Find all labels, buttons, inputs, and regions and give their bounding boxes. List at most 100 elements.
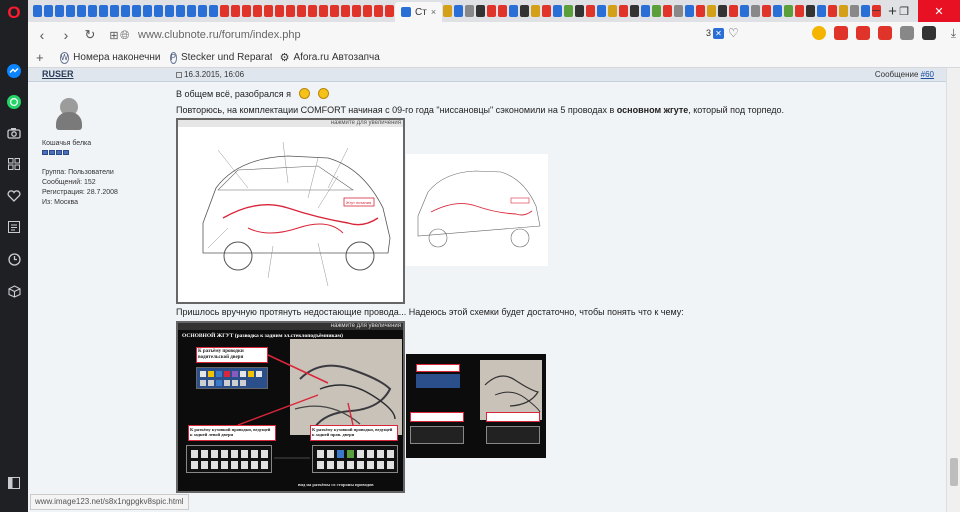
- back-arrow-icon[interactable]: ‹: [30, 27, 54, 43]
- speed-dial-icon[interactable]: [5, 155, 23, 173]
- tab-favicon-icon[interactable]: [55, 5, 64, 17]
- reload-icon[interactable]: ↻: [78, 27, 102, 43]
- forward-arrow-icon[interactable]: ›: [54, 27, 78, 43]
- minimize-icon[interactable]: ─: [862, 0, 890, 22]
- whatsapp-icon[interactable]: [5, 93, 23, 111]
- enlarge-label[interactable]: нажмите для увеличения: [178, 323, 403, 330]
- extension-icon[interactable]: [856, 26, 870, 40]
- tab-favicon-icon[interactable]: [319, 5, 328, 17]
- blocker-icon[interactable]: ✕: [713, 28, 724, 39]
- tab-favicon-icon[interactable]: [806, 5, 816, 17]
- tab-favicon-icon[interactable]: [275, 5, 284, 17]
- tab-favicon-icon[interactable]: [465, 5, 475, 17]
- tab-favicon-icon[interactable]: [242, 5, 251, 17]
- tab-favicon-icon[interactable]: [308, 5, 317, 17]
- tab-favicon-icon[interactable]: [187, 5, 196, 17]
- opera-logo-icon[interactable]: O: [5, 3, 23, 22]
- tab-favicon-icon[interactable]: [652, 5, 662, 17]
- tab-favicon-icon[interactable]: [729, 5, 739, 17]
- tab-favicon-icon[interactable]: [220, 5, 229, 17]
- download-icon[interactable]: ⤓: [951, 26, 956, 41]
- tab-favicon-icon[interactable]: [385, 5, 394, 17]
- bookmark-item-2[interactable]: P Stecker und Reparat: [162, 51, 272, 64]
- tab-favicon-icon[interactable]: [751, 5, 761, 17]
- tab-favicon-icon[interactable]: [198, 5, 207, 17]
- extension-icon[interactable]: [878, 26, 892, 40]
- tab-favicon-icon[interactable]: [696, 5, 706, 17]
- tab-favicon-icon[interactable]: [264, 5, 273, 17]
- url-field[interactable]: 🌐︎ www.clubnote.ru/forum/index.php: [120, 25, 760, 45]
- tab-favicon-icon[interactable]: [143, 5, 152, 17]
- tab-favicon-icon[interactable]: [374, 5, 383, 17]
- tab-favicon-icon[interactable]: [352, 5, 361, 17]
- tab-active[interactable]: Ст ×: [395, 2, 443, 22]
- tab-favicon-icon[interactable]: [795, 5, 805, 17]
- wiring-diagram-thumbnail[interactable]: [406, 154, 548, 266]
- tab-favicon-icon[interactable]: [740, 5, 750, 17]
- tab-favicon-icon[interactable]: [564, 5, 574, 17]
- tab-favicon-icon[interactable]: [707, 5, 717, 17]
- tab-favicon-icon[interactable]: [828, 5, 838, 17]
- tab-favicon-icon[interactable]: [531, 5, 541, 17]
- bookmark-item-3[interactable]: ⚙ Afora.ru Автозапча: [272, 51, 382, 64]
- tab-favicon-icon[interactable]: [498, 5, 508, 17]
- camera-icon[interactable]: [5, 124, 23, 142]
- wiring-diagram-image[interactable]: нажмите для увеличения Жгут питания: [176, 118, 405, 304]
- tab-favicon-icon[interactable]: [762, 5, 772, 17]
- tab-favicon-icon[interactable]: [286, 5, 295, 17]
- tab-favicon-icon[interactable]: [363, 5, 372, 17]
- tab-favicon-icon[interactable]: [330, 5, 339, 17]
- tab-favicon-icon[interactable]: [165, 5, 174, 17]
- bookmark-item-1[interactable]: W Номера наконечни: [52, 51, 162, 64]
- tab-favicon-icon[interactable]: [839, 5, 849, 17]
- tab-favicon-icon[interactable]: [297, 5, 306, 17]
- tab-favicon-icon[interactable]: [476, 5, 486, 17]
- heart-icon[interactable]: [5, 187, 23, 205]
- tab-favicon-icon[interactable]: [784, 5, 794, 17]
- messenger-icon[interactable]: [5, 62, 23, 80]
- tab-favicon-icon[interactable]: [553, 5, 563, 17]
- tab-favicon-icon[interactable]: [66, 5, 75, 17]
- extension-icon[interactable]: [812, 26, 826, 40]
- page-scrollbar[interactable]: [946, 68, 960, 512]
- tab-favicon-icon[interactable]: [597, 5, 607, 17]
- tab-favicon-icon[interactable]: [99, 5, 108, 17]
- tab-favicon-icon[interactable]: [110, 5, 119, 17]
- tab-favicon-icon[interactable]: [663, 5, 673, 17]
- news-icon[interactable]: [5, 218, 23, 236]
- tab-favicons-right[interactable]: [442, 5, 882, 17]
- add-bookmark-icon[interactable]: +: [28, 50, 52, 65]
- tab-favicon-icon[interactable]: [850, 5, 860, 17]
- tab-favicon-icon[interactable]: [685, 5, 695, 17]
- close-window-icon[interactable]: ✕: [918, 0, 960, 22]
- extension-icon[interactable]: [922, 26, 936, 40]
- tab-favicons-left[interactable]: [28, 5, 395, 17]
- extensions-cube-icon[interactable]: [5, 282, 23, 300]
- enlarge-label[interactable]: нажмите для увеличения: [178, 120, 403, 127]
- tab-favicon-icon[interactable]: [586, 5, 596, 17]
- sidebar-toggle-icon[interactable]: [5, 474, 23, 492]
- extension-icon[interactable]: [900, 26, 914, 40]
- tab-favicon-icon[interactable]: [132, 5, 141, 17]
- tab-favicon-icon[interactable]: [542, 5, 552, 17]
- tab-favicon-icon[interactable]: [641, 5, 651, 17]
- tab-favicon-icon[interactable]: [773, 5, 783, 17]
- tab-favicon-icon[interactable]: [121, 5, 130, 17]
- tab-favicon-icon[interactable]: [718, 5, 728, 17]
- tab-favicon-icon[interactable]: [443, 5, 453, 17]
- post-author-link[interactable]: RUSER: [42, 69, 74, 79]
- tab-favicon-icon[interactable]: [77, 5, 86, 17]
- url-text[interactable]: www.clubnote.ru/forum/index.php: [138, 29, 301, 41]
- wiring-photo-image[interactable]: нажмите для увеличения ОСНОВНОЙ ЖГУТ (ра…: [176, 321, 405, 493]
- tab-favicon-icon[interactable]: [630, 5, 640, 17]
- tab-favicon-icon[interactable]: [341, 5, 350, 17]
- tab-favicon-icon[interactable]: [44, 5, 53, 17]
- tab-favicon-icon[interactable]: [253, 5, 262, 17]
- scrollbar-thumb[interactable]: [950, 458, 958, 486]
- tab-favicon-icon[interactable]: [231, 5, 240, 17]
- tab-favicon-icon[interactable]: [487, 5, 497, 17]
- tab-favicon-icon[interactable]: [575, 5, 585, 17]
- tab-favicon-icon[interactable]: [33, 5, 42, 17]
- wiring-photo-thumbnail[interactable]: [406, 354, 546, 458]
- post-number-link[interactable]: #60: [921, 70, 934, 79]
